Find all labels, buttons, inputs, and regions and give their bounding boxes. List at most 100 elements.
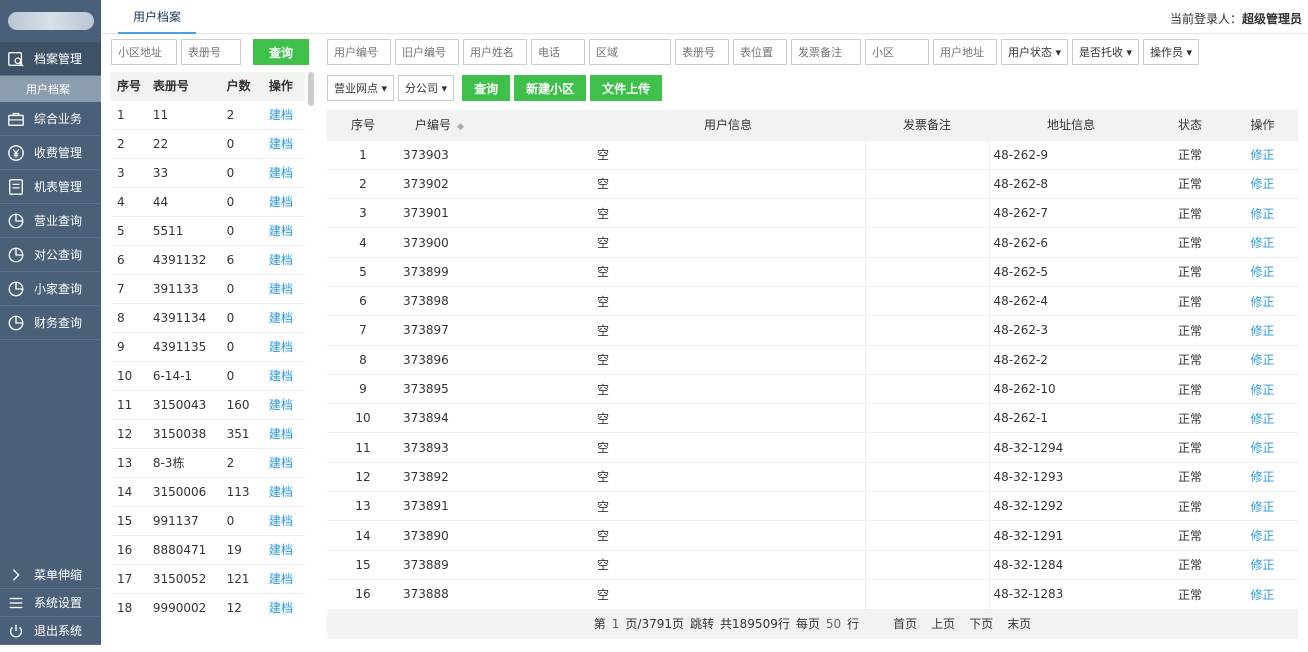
create-archive-link[interactable]: 建档	[262, 418, 305, 448]
fix-link[interactable]: 修正	[1227, 198, 1298, 228]
create-archive-link[interactable]: 建档	[262, 534, 305, 564]
create-archive-link[interactable]: 建档	[262, 592, 305, 622]
book-number: 4391132	[146, 244, 221, 274]
per-page-input[interactable]: 50	[826, 617, 841, 631]
sales-outlet-dropdown[interactable]: 营业网点 ▾	[327, 75, 395, 101]
create-archive-link[interactable]: 建档	[262, 302, 305, 332]
book-number-input[interactable]	[675, 39, 729, 65]
book-number: 991137	[146, 505, 221, 535]
tab-user-archive[interactable]: 用户档案	[118, 0, 197, 34]
user-query-button[interactable]: 查询	[462, 75, 511, 101]
collection-dropdown[interactable]: 是否托收 ▾	[1072, 39, 1140, 65]
sidebar-item-meter[interactable]: 机表管理	[0, 170, 101, 204]
fix-link[interactable]: 修正	[1227, 432, 1298, 463]
create-archive-link[interactable]: 建档	[262, 447, 305, 477]
caret-down-icon: ▾	[438, 82, 448, 95]
fix-link[interactable]: 修正	[1227, 315, 1298, 346]
sidebar-item-finance-query[interactable]: 财务查询	[0, 306, 101, 340]
row-number: 8	[327, 344, 399, 375]
community-query-button[interactable]: 查询	[253, 39, 309, 65]
old-user-number-input[interactable]	[395, 39, 459, 65]
sidebar-item-archive[interactable]: 档案管理	[0, 42, 101, 76]
row-number: 11	[327, 432, 399, 463]
sidebar-item-settings[interactable]: 系统设置	[0, 589, 101, 617]
user-number-input[interactable]	[327, 39, 391, 65]
household-count: 2	[220, 99, 263, 129]
create-archive-link[interactable]: 建档	[262, 186, 305, 216]
sidebar-item-billing[interactable]: 收费管理	[0, 136, 101, 170]
fix-link[interactable]: 修正	[1227, 285, 1298, 316]
user-info: 空	[591, 520, 865, 551]
prev-page-link[interactable]: 上页	[931, 615, 955, 632]
create-archive-link[interactable]: 建档	[262, 505, 305, 535]
fix-link[interactable]: 修正	[1227, 461, 1298, 492]
file-upload-button[interactable]: 文件上传	[590, 75, 663, 101]
create-archive-link[interactable]: 建档	[262, 157, 305, 187]
fix-link[interactable]: 修正	[1227, 578, 1298, 609]
table-row: 4 373900 空 48-262-6 正常 修正	[327, 227, 1298, 258]
create-archive-link[interactable]: 建档	[262, 244, 305, 274]
caret-down-icon: ▾	[1123, 46, 1133, 59]
create-archive-link[interactable]: 建档	[262, 563, 305, 593]
sort-icon[interactable]: ◆	[457, 122, 464, 132]
sidebar-item-sales-query[interactable]: 营业查询	[0, 204, 101, 238]
household-count: 0	[220, 157, 263, 187]
invoice-note-input[interactable]	[791, 39, 861, 65]
sidebar-item-household-query[interactable]: 小家查询	[0, 272, 101, 306]
power-icon	[6, 621, 26, 641]
create-archive-link[interactable]: 建档	[262, 215, 305, 245]
create-archive-link[interactable]: 建档	[262, 331, 305, 361]
user-id: 373901	[399, 198, 591, 228]
new-community-button[interactable]: 新建小区	[514, 75, 587, 101]
create-archive-link[interactable]: 建档	[262, 128, 305, 158]
user-address-input[interactable]	[933, 39, 997, 65]
region-input[interactable]	[589, 39, 671, 65]
fix-link[interactable]: 修正	[1227, 256, 1298, 287]
page-current-input[interactable]: 1	[612, 617, 620, 631]
fix-link[interactable]: 修正	[1227, 403, 1298, 433]
household-count: 0	[220, 186, 263, 216]
column-header-sortable[interactable]: 户编号 ◆	[399, 110, 591, 140]
branch-dropdown[interactable]: 分公司 ▾	[398, 75, 455, 101]
fix-link[interactable]: 修正	[1227, 168, 1298, 199]
sidebar-item-corporate-query[interactable]: 对公查询	[0, 238, 101, 272]
create-archive-link[interactable]: 建档	[262, 476, 305, 506]
operator-dropdown[interactable]: 操作员 ▾	[1143, 39, 1200, 65]
fix-link[interactable]: 修正	[1227, 139, 1298, 170]
jump-button[interactable]: 跳转	[690, 615, 714, 632]
phone-input[interactable]	[531, 39, 585, 65]
next-page-link[interactable]: 下页	[969, 615, 993, 632]
fix-link[interactable]: 修正	[1227, 549, 1298, 580]
community-input[interactable]	[865, 39, 929, 65]
sidebar-item-logout[interactable]: 退出系统	[0, 617, 101, 645]
user-name-input[interactable]	[463, 39, 527, 65]
create-archive-link[interactable]: 建档	[262, 389, 305, 419]
book-number: 11	[146, 99, 221, 129]
scrollbar[interactable]	[308, 72, 314, 106]
fix-link[interactable]: 修正	[1227, 520, 1298, 551]
table-row: 10 373894 空 48-262-1 正常 修正	[327, 403, 1298, 433]
create-archive-link[interactable]: 建档	[262, 360, 305, 390]
user-status-dropdown[interactable]: 用户状态 ▾	[1001, 39, 1069, 65]
sidebar-item-collapse[interactable]: 菜单伸缩	[0, 561, 101, 589]
login-info: 当前登录人：超级管理员	[1170, 10, 1302, 27]
create-archive-link[interactable]: 建档	[262, 273, 305, 303]
address-info: 48-262-1	[989, 403, 1153, 433]
dropdown-label: 操作员	[1150, 46, 1184, 59]
first-page-link[interactable]: 首页	[893, 615, 917, 632]
fix-link[interactable]: 修正	[1227, 373, 1298, 404]
book-number-input[interactable]	[181, 39, 241, 65]
sidebar-subitem-user-archive[interactable]: 用户档案	[0, 76, 101, 102]
fix-link[interactable]: 修正	[1227, 227, 1298, 258]
meter-location-input[interactable]	[733, 39, 787, 65]
page-prefix: 第	[593, 617, 606, 632]
area-address-input[interactable]	[111, 39, 177, 65]
table-row: 7 391133 0 建档	[111, 273, 305, 303]
fix-link[interactable]: 修正	[1227, 491, 1298, 521]
fix-link[interactable]: 修正	[1227, 344, 1298, 375]
last-page-link[interactable]: 末页	[1007, 615, 1031, 632]
column-header: 用户信息	[591, 110, 865, 140]
create-archive-link[interactable]: 建档	[262, 99, 305, 129]
sidebar-item-business[interactable]: 综合业务	[0, 102, 101, 136]
table-row: 14 373890 空 48-32-1291 正常 修正	[327, 520, 1298, 551]
